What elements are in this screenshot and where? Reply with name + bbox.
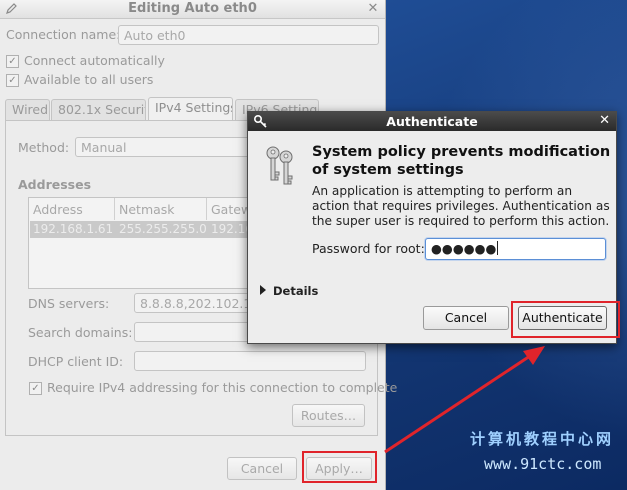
dhcp-client-id-label: DHCP client ID: [28,354,124,369]
dialog-title: Authenticate [386,114,478,129]
password-value: ●●●●●● [431,241,497,256]
tab-ipv4-settings[interactable]: IPv4 Settings [148,97,233,121]
cancel-button[interactable]: Cancel [227,457,297,480]
details-expander[interactable]: Details [273,284,318,298]
column-header-address[interactable]: Address [33,202,83,217]
addresses-heading: Addresses [18,177,92,192]
keys-icon [262,144,298,188]
tab-8021x-security[interactable]: 802.1x Security [51,99,146,120]
table-row[interactable]: 192.168.1.61 255.255.255.0 192.168.1.1 [30,221,284,238]
method-label: Method: [18,140,70,155]
close-icon[interactable]: ✕ [366,2,380,16]
addresses-table: Address Netmask Gateway 192.168.1.61 255… [28,197,284,289]
cancel-button[interactable]: Cancel [423,306,509,330]
tab-wired[interactable]: Wired [5,99,50,120]
column-divider [114,198,115,220]
available-all-users-checkbox[interactable]: ✓ [6,74,19,87]
dialog-description: An application is attempting to perform … [312,184,610,228]
watermark-url: www.91ctc.com [484,455,602,473]
column-divider [206,198,207,220]
watermark-text: 计算机教程中心网 [470,430,615,448]
connect-automatically-checkbox[interactable]: ✓ [6,55,19,68]
dns-servers-label: DNS servers: [28,296,110,311]
method-select[interactable]: Manual [75,137,275,157]
window-titlebar: Editing Auto eth0 ✕ [0,0,385,19]
dialog-heading: System policy prevents modification of s… [312,144,611,178]
dialog-titlebar: Authenticate ✕ [248,112,616,131]
column-header-netmask[interactable]: Netmask [119,202,175,217]
available-all-users-label: Available to all users [24,72,154,87]
close-icon[interactable]: ✕ [599,113,610,128]
connect-automatically-label: Connect automatically [24,53,165,68]
apply-highlight-box [302,451,377,483]
password-input[interactable]: ●●●●●● [425,238,606,260]
connection-name-label: Connection name: [6,27,121,42]
cell-address: 192.168.1.61 [33,222,114,236]
authenticate-highlight-box [511,301,620,338]
password-label: Password for root: [312,241,425,256]
require-ipv4-checkbox[interactable]: ✓ [29,382,42,395]
cell-netmask: 255.255.255.0 [119,222,207,236]
expander-arrow-icon[interactable] [260,285,266,295]
window-title: Editing Auto eth0 [128,1,257,16]
require-ipv4-label: Require IPv4 addressing for this connect… [47,380,398,395]
connection-name-input[interactable]: Auto eth0 [118,25,379,45]
routes-button[interactable]: Routes… [292,404,365,427]
dhcp-client-id-input[interactable] [134,351,366,371]
search-domains-label: Search domains: [28,325,133,340]
text-caret [497,241,499,255]
